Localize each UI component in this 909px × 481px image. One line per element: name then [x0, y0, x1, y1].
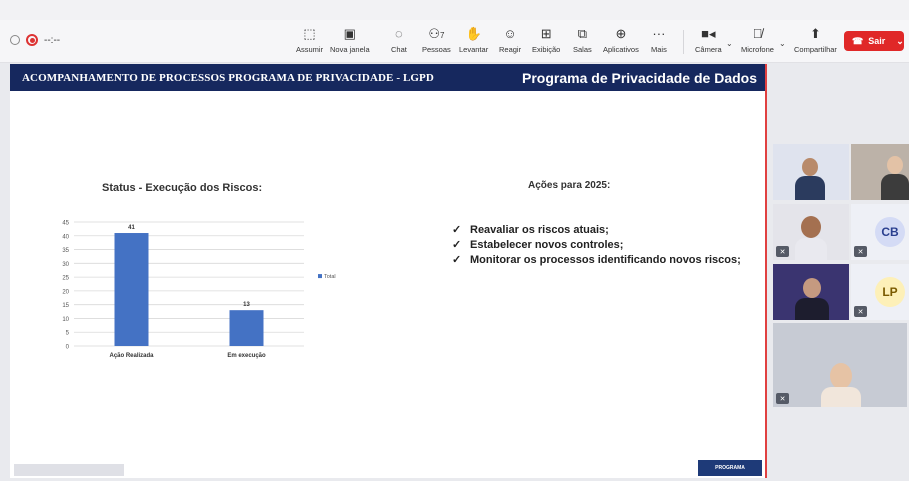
- share-icon: ⬆: [810, 26, 821, 41]
- camera-chevron-down-icon[interactable]: ⌄: [726, 39, 733, 48]
- people-icon: ⚇7: [428, 26, 445, 41]
- view-button[interactable]: ⊞ Exibição: [532, 26, 560, 54]
- bar-data-label: 13: [243, 302, 250, 308]
- y-tick-label: 20: [62, 289, 69, 295]
- react-button[interactable]: ☺ Reagir: [499, 26, 521, 54]
- microphone-chevron-down-icon[interactable]: ⌄: [779, 39, 786, 48]
- participant-body: [795, 176, 825, 200]
- participant-tile[interactable]: [851, 144, 909, 200]
- people-count: 7: [439, 31, 445, 40]
- phone-hangup-icon: ☎: [852, 35, 864, 46]
- x-tick-label: Ação Realizada: [109, 353, 154, 359]
- y-tick-label: 10: [62, 317, 69, 323]
- participant-face: [887, 156, 903, 174]
- chart-bar: [114, 233, 149, 346]
- mic-muted-icon: ✕: [776, 393, 789, 404]
- meeting-window: --:-- ⬚ Assumir ▣ Nova janela ◌ Chat ⚇7 …: [0, 0, 909, 481]
- participant-face: [803, 278, 821, 298]
- view-icon: ⊞: [540, 26, 552, 41]
- chat-button[interactable]: ◌ Chat: [391, 26, 407, 54]
- legend-swatch: [318, 274, 322, 279]
- participant-body: [795, 298, 829, 320]
- raise-hand-icon: ✋: [465, 26, 482, 41]
- participant-body: [795, 238, 827, 260]
- y-tick-label: 30: [62, 262, 69, 268]
- recording-indicator: --:--: [10, 34, 60, 46]
- rooms-button[interactable]: ⧉ Salas: [573, 26, 592, 54]
- apps-button[interactable]: ⊕ Aplicativos: [603, 26, 639, 54]
- window-titlebar: [0, 0, 909, 20]
- participant-initials: CB: [875, 217, 905, 247]
- y-tick-label: 35: [62, 248, 69, 254]
- chart-bar: [229, 310, 264, 346]
- mic-muted-icon: 🎙̸: [752, 26, 763, 41]
- participant-face: [801, 216, 821, 238]
- y-tick-label: 25: [62, 276, 69, 282]
- bar-data-label: 41: [128, 225, 135, 231]
- participant-tile[interactable]: ✕: [773, 204, 849, 260]
- slide-footer-logo-right: PROGRAMA: [698, 460, 762, 476]
- rooms-icon: ⧉: [577, 26, 588, 41]
- take-control-button[interactable]: ⬚ Assumir: [296, 26, 323, 54]
- legend-label: Total: [324, 274, 336, 280]
- y-tick-label: 45: [62, 221, 69, 227]
- camera-icon: ■◂: [701, 26, 716, 41]
- toolbar-divider: [683, 30, 684, 54]
- status-circle-icon: [10, 35, 20, 45]
- status-bar-chart: 0 5 10 15 20 25 30 35 40 45 41 Ação Realizada 13 Em e…: [62, 221, 336, 360]
- y-tick-label: 15: [62, 303, 69, 309]
- microphone-button[interactable]: 🎙̸ Microfone: [741, 26, 774, 54]
- share-button[interactable]: ⬆ Compartilhar: [794, 26, 837, 54]
- take-control-icon: ⬚: [303, 26, 316, 41]
- participant-body: [821, 387, 861, 407]
- leave-chevron-down-icon: ⌄: [896, 35, 904, 46]
- actions-title: Ações para 2025:: [528, 180, 611, 191]
- participant-face: [802, 158, 818, 176]
- new-window-icon: ▣: [343, 26, 356, 41]
- slide-header-program: Programa de Privacidade de Dados: [522, 69, 757, 86]
- program-logo: PROGRAMA: [715, 465, 745, 471]
- chat-icon: ◌: [395, 26, 403, 41]
- more-button[interactable]: ··· Mais: [651, 26, 667, 54]
- record-icon[interactable]: [26, 34, 38, 46]
- meeting-toolbar: --:-- ⬚ Assumir ▣ Nova janela ◌ Chat ⚇7 …: [0, 20, 909, 63]
- camera-button[interactable]: ■◂ Câmera: [695, 26, 722, 54]
- participant-tile[interactable]: LP ✕: [851, 264, 909, 320]
- participant-tile[interactable]: [773, 264, 849, 320]
- mic-muted-icon: ✕: [854, 246, 867, 257]
- shared-slide: ACOMPANHAMENTO DE PROCESSOS PROGRAMA DE …: [10, 64, 767, 478]
- leave-button[interactable]: ☎ Sair ⌄: [844, 31, 904, 51]
- participant-tile[interactable]: CB ✕: [851, 204, 909, 260]
- new-window-button[interactable]: ▣ Nova janela: [330, 26, 370, 54]
- more-icon: ···: [652, 26, 666, 41]
- meeting-timer: --:--: [44, 34, 61, 46]
- check-icon: ✓: [452, 224, 462, 236]
- chart-title: Status - Execução dos Riscos:: [102, 182, 263, 194]
- people-button[interactable]: ⚇7 Pessoas: [422, 26, 451, 54]
- list-item: ✓ Estabelecer novos controles;: [452, 238, 624, 252]
- y-tick-label: 0: [66, 345, 70, 351]
- participant-initials: LP: [875, 277, 905, 307]
- participant-face: [830, 363, 852, 389]
- list-item: ✓ Monitorar os processos identificando no…: [452, 253, 741, 267]
- participant-tile[interactable]: ✕: [773, 323, 907, 407]
- check-icon: ✓: [452, 239, 462, 251]
- list-item: ✓ Reavaliar os riscos atuais;: [452, 223, 609, 237]
- react-icon: ☺: [503, 26, 517, 41]
- slide-footer-logo-left: [14, 464, 124, 476]
- y-tick-label: 5: [66, 331, 70, 337]
- x-tick-label: Em execução: [227, 353, 266, 359]
- check-icon: ✓: [452, 254, 462, 266]
- mic-muted-icon: ✕: [776, 246, 789, 257]
- participant-body: [881, 174, 909, 200]
- slide-header-title: ACOMPANHAMENTO DE PROCESSOS PROGRAMA DE …: [22, 71, 434, 84]
- y-tick-label: 40: [62, 234, 69, 240]
- mic-muted-icon: ✕: [854, 306, 867, 317]
- participant-tile[interactable]: [773, 144, 849, 200]
- apps-icon: ⊕: [615, 26, 627, 41]
- raise-hand-button[interactable]: ✋ Levantar: [459, 26, 488, 54]
- slide-header: ACOMPANHAMENTO DE PROCESSOS PROGRAMA DE …: [10, 64, 765, 91]
- actions-list: ✓ Reavaliar os riscos atuais; ✓ Estabelece…: [452, 222, 741, 267]
